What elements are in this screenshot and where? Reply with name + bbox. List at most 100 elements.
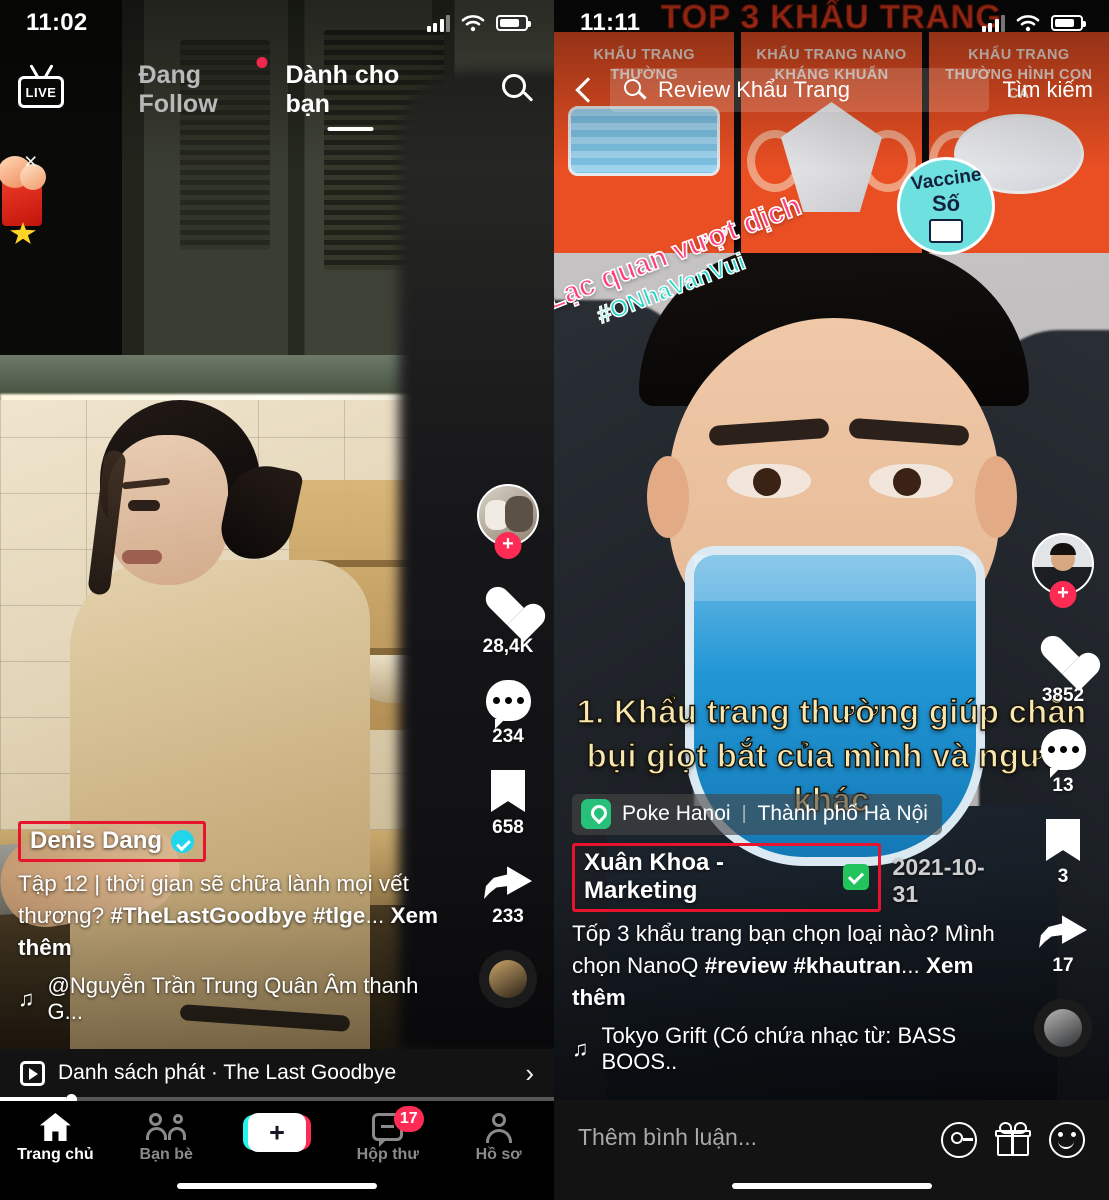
- comment-count: 13: [1052, 775, 1074, 796]
- right-caption-block: Poke Hanoi | Thành phố Hà Nội Xuân Khoa …: [554, 794, 1024, 1075]
- right-status-bar: 11:11: [554, 0, 1109, 46]
- music-disc-icon[interactable]: [1034, 999, 1092, 1057]
- tab-active-underline: [327, 127, 374, 131]
- wifi-icon: [1016, 15, 1040, 32]
- left-caption-block: Denis Dang Tập 12 | thời gian sẽ chữa là…: [0, 821, 470, 1025]
- like-button[interactable]: 28,4K: [483, 588, 534, 658]
- caption-hashtags[interactable]: #TheLastGoodbye #tlge: [110, 903, 365, 928]
- vaccine-badge-sticker: Vaccine Số: [897, 157, 995, 255]
- home-icon: [39, 1113, 71, 1141]
- bookmark-button[interactable]: 658: [491, 770, 525, 839]
- emoji-icon[interactable]: [1049, 1122, 1085, 1158]
- sidebar-item-ban-be[interactable]: Bạn bè: [111, 1113, 222, 1164]
- left-action-rail: + 28,4K 234 658 233: [462, 484, 554, 1008]
- vaccine-line-1: Vaccine: [909, 164, 983, 195]
- search-input-value: Review Khẩu Trang: [658, 77, 850, 102]
- heart-icon: [1040, 637, 1086, 680]
- left-phone-screen: 11:02 LIVE Đang Follow Dành cho bạn × + …: [0, 0, 554, 1200]
- bookmark-count: 658: [492, 817, 524, 838]
- follow-plus-button[interactable]: +: [1049, 581, 1077, 608]
- create-button[interactable]: +: [222, 1113, 333, 1152]
- search-submit-button[interactable]: Tìm kiếm: [999, 77, 1093, 103]
- caption-ellipsis: ...: [900, 953, 926, 979]
- music-note-icon: ♫: [572, 1036, 589, 1061]
- home-indicator: [177, 1183, 377, 1189]
- inbox-badge-count: 17: [393, 1106, 424, 1132]
- share-icon: [1039, 910, 1087, 950]
- playlist-label: Danh sách phát · The Last Goodbye: [58, 1061, 397, 1084]
- music-title: Tokyo Grift (Có chứa nhạc từ: BASS BOOS.…: [601, 1023, 957, 1074]
- nav-label-hop-thu: Hộp thư: [356, 1146, 419, 1163]
- music-note-icon: ♫: [18, 986, 35, 1011]
- share-count: 17: [1052, 955, 1074, 976]
- location-city: Thành phố Hà Nội: [757, 802, 928, 826]
- music-disc-icon[interactable]: [479, 950, 537, 1008]
- heart-icon: [485, 588, 531, 631]
- music-row[interactable]: ♫ @Nguyễn Trần Trung Quân Âm thanh G...: [18, 973, 452, 1025]
- signal-icon: [426, 14, 450, 32]
- playlist-bar[interactable]: Danh sách phát · The Last Goodbye ›: [0, 1049, 554, 1097]
- wifi-icon: [461, 15, 485, 32]
- live-icon[interactable]: LIVE: [18, 64, 64, 108]
- caption-hashtags[interactable]: #review #khautran: [705, 953, 901, 978]
- bookmark-icon: [491, 770, 525, 812]
- gift-icon[interactable]: [995, 1122, 1031, 1158]
- share-button[interactable]: 233: [484, 861, 532, 928]
- profile-icon: [485, 1113, 513, 1143]
- share-count: 233: [492, 906, 524, 927]
- battery-icon: [1051, 15, 1086, 31]
- sidebar-item-ho-so[interactable]: Hồ sơ: [443, 1113, 554, 1164]
- chevron-right-icon[interactable]: ›: [525, 1058, 534, 1089]
- left-status-bar: 11:02: [0, 0, 554, 46]
- nav-label-ban-be: Bạn bè: [139, 1146, 193, 1163]
- tab-danh-cho-ban[interactable]: Dành cho bạn: [285, 61, 415, 131]
- follow-plus-button[interactable]: +: [494, 532, 522, 559]
- comment-icon: [1040, 729, 1086, 778]
- nav-label-ho-so: Hồ sơ: [475, 1146, 522, 1163]
- search-icon: [624, 79, 647, 101]
- music-title: @Nguyễn Trần Trung Quân Âm thanh G...: [47, 973, 419, 1024]
- location-badge[interactable]: Poke Hanoi | Thành phố Hà Nội: [572, 794, 942, 836]
- sidebar-item-hop-thu[interactable]: 17 Hộp thư: [332, 1106, 443, 1164]
- share-button[interactable]: 17: [1039, 910, 1087, 977]
- bookmark-count: 3: [1057, 866, 1069, 887]
- username: Denis Dang: [30, 827, 163, 855]
- nav-label-trang-chu: Trang chủ: [17, 1146, 94, 1163]
- dual-phone-screenshot: 11:02 LIVE Đang Follow Dành cho bạn × + …: [0, 0, 1109, 1200]
- comment-button[interactable]: 13: [1040, 729, 1086, 797]
- left-top-nav: LIVE Đang Follow Dành cho bạn: [0, 57, 554, 131]
- back-chevron-icon[interactable]: [570, 75, 600, 105]
- avatar[interactable]: +: [477, 484, 539, 559]
- share-icon: [484, 861, 532, 901]
- bookmark-button[interactable]: 3: [1046, 819, 1080, 888]
- comment-button[interactable]: 234: [485, 680, 531, 748]
- vaccine-line-2: Số: [931, 191, 961, 216]
- green-check-icon: [842, 864, 869, 891]
- search-input[interactable]: Review Khẩu Trang: [610, 68, 989, 112]
- home-indicator: [731, 1183, 932, 1189]
- tab-danh-cho-ban-label: Dành cho bạn: [285, 61, 400, 118]
- status-time: 11:11: [580, 9, 641, 36]
- status-time: 11:02: [26, 9, 88, 36]
- like-button[interactable]: 3852: [1040, 637, 1086, 707]
- username-highlight-box[interactable]: Denis Dang: [18, 821, 207, 863]
- avatar[interactable]: +: [1032, 533, 1094, 608]
- location-pin-icon: [581, 799, 611, 830]
- tab-dang-follow-label: Đang Follow: [138, 61, 218, 118]
- username: Xuân Khoa - Marketing: [584, 849, 725, 905]
- tab-dang-follow[interactable]: Đang Follow: [138, 57, 268, 125]
- right-search-bar-row: Review Khẩu Trang Tìm kiếm: [554, 62, 1109, 118]
- battery-icon: [496, 15, 531, 31]
- music-row[interactable]: ♫ Tokyo Grift (Có chứa nhạc từ: BASS BOO…: [572, 1023, 1006, 1075]
- caption-text[interactable]: Tốp 3 khẩu trang bạn chọn loại nào? Mình…: [572, 918, 1006, 1014]
- playlist-icon: [20, 1060, 45, 1086]
- close-icon[interactable]: ×: [24, 148, 37, 175]
- live-label: LIVE: [25, 84, 57, 100]
- feed-tabs: Đang Follow Dành cho bạn: [138, 57, 416, 131]
- at-icon[interactable]: [941, 1122, 977, 1158]
- caption-text[interactable]: Tập 12 | thời gian sẽ chữa lành mọi vết …: [18, 868, 452, 964]
- search-icon[interactable]: [502, 74, 534, 104]
- sidebar-item-trang-chu[interactable]: Trang chủ: [0, 1113, 111, 1164]
- username-highlight-box[interactable]: Xuân Khoa - Marketing: [572, 843, 881, 913]
- comment-input[interactable]: Thêm bình luận...: [578, 1122, 923, 1151]
